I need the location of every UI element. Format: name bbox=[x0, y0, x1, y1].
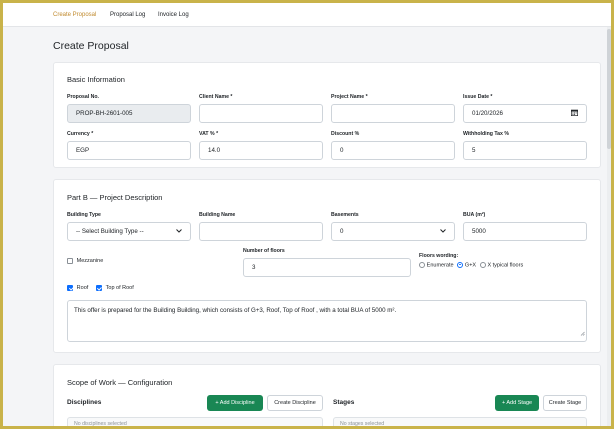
roof-checkbox[interactable] bbox=[67, 285, 73, 291]
bua-input[interactable]: 5000 bbox=[463, 222, 587, 241]
discount-input[interactable]: 0 bbox=[331, 141, 455, 160]
project-name-input[interactable] bbox=[331, 104, 455, 123]
withholding-tax-value: 5 bbox=[472, 147, 476, 154]
building-type-label: Building Type bbox=[67, 212, 101, 218]
issue-date-input[interactable]: 01/20/2026 bbox=[463, 104, 587, 123]
mezzanine-checkbox[interactable] bbox=[67, 258, 73, 264]
vat-label: VAT % * bbox=[199, 131, 219, 137]
stages-label: Stages bbox=[333, 399, 355, 406]
stages-empty-text: No stages selected bbox=[340, 421, 385, 427]
radio-typical-floors[interactable] bbox=[479, 262, 486, 268]
project-name-label: Project Name * bbox=[331, 94, 368, 100]
building-type-value: -- Select Building Type -- bbox=[76, 228, 144, 235]
number-of-floors-label: Number of floors bbox=[243, 248, 285, 254]
stages-empty-list: No stages selected bbox=[333, 417, 587, 427]
basements-value: 0 bbox=[340, 228, 344, 235]
mezzanine-checkbox-group[interactable]: Mezzanine bbox=[67, 258, 103, 265]
client-name-label: Client Name * bbox=[199, 94, 233, 100]
roof-options: Roof Top of Roof bbox=[67, 285, 134, 292]
disciplines-empty-text: No disciplines selected bbox=[74, 421, 127, 427]
card-title-scope-of-work: Scope of Work — Configuration bbox=[67, 378, 173, 387]
number-of-floors-input[interactable]: 3 bbox=[243, 258, 411, 277]
basements-label: Basements bbox=[331, 212, 359, 218]
create-stage-button[interactable]: Create Stage bbox=[543, 395, 587, 411]
bua-label: BUA (m²) bbox=[463, 212, 486, 218]
floors-wording-radio-group: Enumerate G+X X typical floors bbox=[419, 262, 523, 269]
building-name-input[interactable] bbox=[199, 222, 323, 241]
building-type-select[interactable]: -- Select Building Type -- bbox=[67, 222, 191, 241]
issue-date-label: Issue Date * bbox=[463, 94, 493, 100]
radio-enumerate[interactable] bbox=[419, 262, 425, 268]
nav-invoice-log[interactable]: Invoice Log bbox=[158, 12, 189, 18]
project-description-textarea[interactable]: This offer is prepared for the Building … bbox=[67, 300, 587, 342]
roof-label: Roof bbox=[76, 285, 89, 291]
proposal-no-value: PROP-BH-2601-005 bbox=[76, 110, 133, 117]
scrollbar-thumb[interactable] bbox=[607, 29, 611, 149]
proposal-no-field: PROP-BH-2601-005 bbox=[67, 104, 191, 123]
calendar-icon[interactable] bbox=[571, 109, 578, 118]
top-navbar: Create Proposal Proposal Log Invoice Log bbox=[3, 3, 611, 27]
card-title-part-b: Part B — Project Description bbox=[67, 193, 163, 202]
bua-value: 5000 bbox=[472, 228, 486, 235]
issue-date-value: 01/20/2026 bbox=[472, 110, 503, 117]
mezzanine-label: Mezzanine bbox=[76, 258, 104, 264]
radio-gx-label: G+X bbox=[464, 262, 477, 268]
number-of-floors-value: 3 bbox=[252, 264, 256, 271]
vat-value: 14.0 bbox=[208, 147, 221, 154]
part-b-card: Part B — Project Description Building Ty… bbox=[53, 179, 601, 353]
nav-create-proposal[interactable]: Create Proposal bbox=[53, 12, 96, 18]
top-of-roof-checkbox[interactable] bbox=[95, 285, 102, 291]
floors-wording-label: Floors wording: bbox=[419, 253, 459, 259]
withholding-tax-label: Withholding Tax % bbox=[463, 131, 509, 137]
page-title: Create Proposal bbox=[53, 40, 129, 52]
building-name-label: Building Name bbox=[199, 212, 236, 218]
create-discipline-button[interactable]: Create Discipline bbox=[267, 395, 323, 411]
card-title-basic-information: Basic Information bbox=[67, 75, 125, 84]
currency-input[interactable]: EGP bbox=[67, 141, 191, 160]
nav-proposal-log[interactable]: Proposal Log bbox=[110, 12, 145, 18]
radio-option-typical[interactable]: X typical floors bbox=[479, 262, 524, 269]
resize-handle-icon[interactable] bbox=[580, 331, 585, 340]
basements-select[interactable]: 0 bbox=[331, 222, 455, 241]
radio-option-enumerate[interactable]: Enumerate bbox=[419, 262, 455, 269]
radio-gx[interactable] bbox=[457, 262, 464, 268]
proposal-no-label: Proposal No. bbox=[67, 94, 99, 100]
vat-input[interactable]: 14.0 bbox=[199, 141, 323, 160]
chevron-down-icon bbox=[176, 228, 182, 235]
radio-option-gx[interactable]: G+X bbox=[457, 262, 478, 269]
disciplines-empty-list: No disciplines selected bbox=[67, 417, 323, 427]
scope-of-work-card: Scope of Work — Configuration Discipline… bbox=[53, 364, 601, 427]
radio-enumerate-label: Enumerate bbox=[426, 262, 454, 268]
app-window: Create Proposal Proposal Log Invoice Log… bbox=[0, 0, 614, 429]
basic-information-card: Basic Information Proposal No. PROP-BH-2… bbox=[53, 62, 601, 168]
add-discipline-button[interactable]: + Add Discipline bbox=[207, 395, 263, 411]
top-of-roof-checkbox-group[interactable]: Top of Roof bbox=[95, 285, 134, 292]
roof-checkbox-group[interactable]: Roof bbox=[67, 285, 90, 292]
add-stage-button[interactable]: + Add Stage bbox=[495, 395, 539, 411]
discount-label: Discount % bbox=[331, 131, 360, 137]
withholding-tax-input[interactable]: 5 bbox=[463, 141, 587, 160]
discount-value: 0 bbox=[340, 147, 344, 154]
currency-value: EGP bbox=[76, 147, 90, 154]
currency-label: Currency * bbox=[67, 131, 94, 137]
project-description-text: This offer is prepared for the Building … bbox=[74, 307, 397, 314]
client-name-input[interactable] bbox=[199, 104, 323, 123]
radio-typical-floors-label: X typical floors bbox=[487, 262, 524, 268]
chevron-down-icon bbox=[440, 228, 446, 235]
disciplines-label: Disciplines bbox=[67, 399, 102, 406]
page-scrollbar[interactable] bbox=[607, 27, 611, 426]
top-of-roof-label: Top of Roof bbox=[105, 285, 134, 291]
